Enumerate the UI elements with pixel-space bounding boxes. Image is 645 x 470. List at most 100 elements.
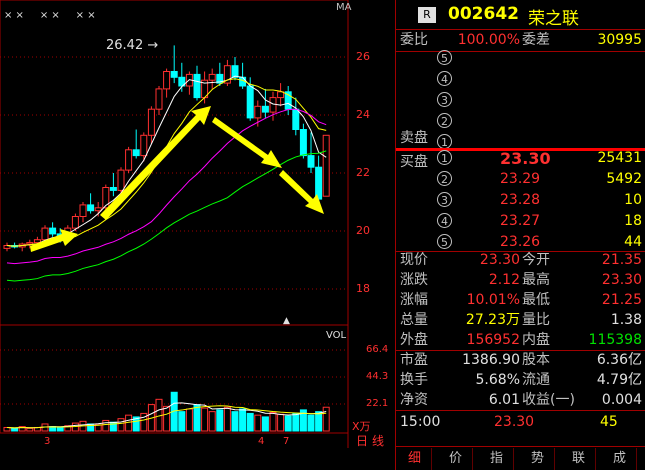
volume-bar (193, 404, 201, 432)
candle-body (299, 129, 307, 157)
vol-tick-mid: 44.3 (366, 371, 389, 382)
stat-value: 2.12 (488, 272, 520, 288)
buy-volume: 25431 (597, 150, 642, 166)
tab-0[interactable]: 细 (398, 448, 432, 470)
stat-value-2: 6.36亿 (596, 352, 642, 368)
volume-bar (11, 427, 19, 432)
level-3-icon: 3 (437, 192, 452, 207)
candle-body (208, 73, 216, 81)
volume-bar (269, 412, 277, 432)
stat-row: 净资 6.01 收益(一) 0.004 (396, 390, 645, 411)
level-2-icon: 2 (437, 113, 452, 128)
candle-body (26, 242, 34, 245)
ma-label: MA (336, 2, 352, 13)
volume-bar (185, 408, 193, 432)
volume-bar (201, 407, 209, 432)
kline-chart[interactable] (0, 0, 395, 470)
level-2-icon: 2 (437, 171, 452, 186)
tab-3[interactable]: 势 (521, 448, 555, 470)
volume-bar (307, 414, 315, 432)
volume-bar (208, 411, 216, 432)
candle-body (315, 166, 323, 200)
level-1-icon: 1 (437, 150, 452, 165)
candle-body (140, 134, 148, 157)
stat-row: 现价 23.30 今开 21.35 (396, 250, 645, 271)
volume-bar (254, 414, 262, 432)
stat-value: 27.23万 (465, 312, 520, 328)
stat-label-2: 内盘 (522, 332, 550, 348)
volume-bar (231, 411, 239, 432)
stat-row: 涨跌 2.12 最高 23.30 (396, 270, 645, 291)
tab-5[interactable]: 成 (603, 448, 637, 470)
level-1-icon: 1 (437, 134, 452, 149)
quote-panel: R 002642 荣之联 委比 100.00% 委差 30995 54321 卖… (395, 0, 645, 470)
tick-time: 15:00 (400, 414, 441, 430)
tick-volume: 45 (600, 414, 618, 430)
volume-bar (292, 412, 300, 432)
tick-price: 23.30 (494, 414, 535, 430)
buy-level-row: 4 23.27 18 (396, 211, 645, 232)
level-3-icon: 3 (437, 92, 452, 107)
price-tick-26: 26 (356, 50, 370, 63)
vol-tick-high: 66.4 (366, 344, 389, 355)
volume-bar (284, 415, 292, 432)
stat-label: 换手 (400, 372, 428, 388)
sell-level-row: 4 (396, 69, 645, 90)
candle-body (94, 207, 102, 212)
date-mark-7: 7 (283, 436, 290, 447)
stat-label-2: 最低 (522, 292, 550, 308)
stat-label-2: 今开 (522, 252, 550, 268)
buy-price: 23.30 (500, 149, 551, 168)
stat-value: 1386.90 (462, 352, 520, 368)
candle-body (292, 108, 300, 130)
stat-label: 市盈 (400, 352, 428, 368)
candle-body (33, 239, 41, 244)
tab-4[interactable]: 联 (562, 448, 596, 470)
sell-level-row: 2 (396, 111, 645, 132)
volume-bar (102, 419, 110, 432)
candle-body (117, 169, 125, 191)
tab-1[interactable]: 价 (439, 448, 473, 470)
candle-body (254, 105, 262, 119)
ma5-line (6, 75, 327, 247)
period-tab-day[interactable]: 日 (356, 432, 368, 449)
ma30-line (6, 150, 327, 282)
high-price-note: 26.42 → (106, 38, 159, 53)
period-tab-line[interactable]: 线 (372, 432, 384, 449)
stat-label-2: 股本 (522, 352, 550, 368)
stat-value: 5.68% (475, 372, 520, 388)
candle-body (163, 71, 171, 90)
stat-value-2: 1.38 (610, 312, 642, 328)
event-markers: × × × × × × (4, 10, 96, 21)
candle-body (71, 216, 79, 229)
stat-label-2: 收益(一) (522, 392, 575, 408)
tick-row: 15:00 23.30 45 (396, 412, 645, 433)
price-tick-24: 24 (356, 108, 370, 121)
stat-value: 10.01% (466, 292, 520, 308)
stat-label: 外盘 (400, 332, 428, 348)
stock-badge: R (418, 7, 436, 23)
stat-row: 市盈 1386.90 股本 6.36亿 (396, 350, 645, 371)
volume-bar (315, 411, 323, 432)
volume-bar (223, 406, 231, 432)
stat-value-2: 21.25 (601, 292, 642, 308)
buy-volume: 10 (624, 192, 642, 208)
stat-value-2: 115398 (588, 332, 642, 348)
stat-row: 换手 5.68% 流通 4.79亿 (396, 370, 645, 391)
buy-level-row: 3 23.28 10 (396, 190, 645, 211)
buy-price: 23.29 (500, 171, 541, 187)
candle-body (49, 227, 57, 235)
date-mark-4: 4 (258, 436, 265, 447)
level-4-icon: 4 (437, 71, 452, 86)
stat-value: 23.30 (479, 252, 520, 268)
tab-2[interactable]: 指 (480, 448, 514, 470)
arrow-up-large (100, 106, 211, 220)
kline-chart-panel[interactable]: MA × × × × × × 26.42 → 26 24 22 20 18 VO… (0, 0, 395, 470)
buy-volume: 5492 (606, 171, 642, 187)
moving-average-lines (6, 75, 327, 282)
stat-label-2: 量比 (522, 312, 550, 328)
candle-body (261, 105, 269, 113)
volume-bar (26, 427, 34, 432)
stat-value-2: 4.79亿 (596, 372, 642, 388)
candle-body (41, 227, 49, 241)
